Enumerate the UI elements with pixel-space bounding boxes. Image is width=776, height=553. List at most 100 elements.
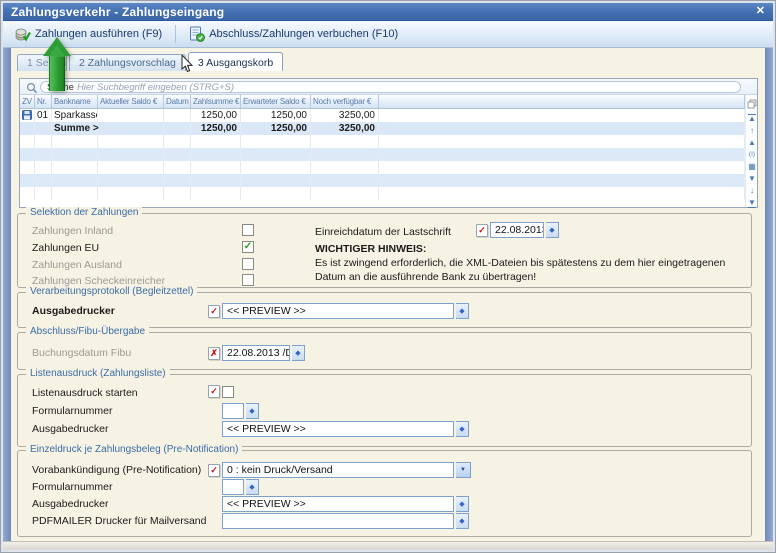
- document-check-icon: [189, 26, 205, 42]
- zahlungen-inland-checkbox[interactable]: [242, 224, 254, 236]
- section-listenausdruck: Listenausdruck (Zahlungsliste) Listenaus…: [17, 374, 752, 447]
- formularnummer-label: Formularnummer: [32, 405, 113, 417]
- einreichdatum-value: 22.08.2013: [495, 224, 544, 236]
- empty-row: [20, 187, 745, 200]
- grid-options-icon[interactable]: ▦: [746, 162, 758, 172]
- app-window: Zahlungsverkehr - Zahlungseingang ✕ Zahl…: [0, 0, 776, 553]
- col-header-aktueller-saldo[interactable]: Aktueller Saldo €: [98, 95, 164, 108]
- ausgabedrucker-label: Ausgabedrucker: [32, 498, 108, 510]
- hinweis-title: WICHTIGER HINWEIS:: [315, 243, 426, 255]
- row-buchungsdatum-fibu: Buchungsdatum Fibu ✗ 22.08.2013 /Do ◆: [18, 345, 751, 361]
- empty-row: [20, 148, 745, 161]
- vorabankuendigung-select[interactable]: 0 : kein Druck/Versand: [222, 462, 454, 478]
- sum-cell-datum: [164, 122, 191, 135]
- next-record-icon[interactable]: ▼: [746, 174, 758, 184]
- section-einzeldruck-title: Einzeldruck je Zahlungsbeleg (Pre-Notifi…: [26, 444, 242, 455]
- input-assistant-check-icon[interactable]: ✓: [208, 464, 220, 477]
- pdfmailer-input[interactable]: [222, 513, 454, 529]
- einreichdatum-control: ✓ 22.08.2013 ◆: [476, 222, 559, 238]
- ausgabedrucker-label: Ausgabedrucker: [32, 305, 115, 317]
- row-ausgabedrucker-protokoll: Ausgabedrucker ✓ << PREVIEW >> ◆: [18, 303, 751, 319]
- col-header-bankname[interactable]: Bankname: [52, 95, 98, 108]
- post-payments-button[interactable]: Abschluss/Zahlungen verbuchen (F10): [183, 24, 404, 44]
- ausgabedrucker-einzel-select[interactable]: << PREVIEW >>: [222, 496, 454, 512]
- listenausdruck-starten-checkbox[interactable]: [222, 386, 234, 398]
- col-header-nr[interactable]: Nr.: [35, 95, 52, 108]
- spinner-icon[interactable]: ◆: [456, 303, 469, 319]
- input-assistant-cross-icon[interactable]: ✗: [208, 347, 220, 360]
- col-header-erwarteter-saldo[interactable]: Erwarteter Saldo €: [241, 95, 311, 108]
- previous-record-icon[interactable]: ▲: [746, 138, 758, 148]
- input-assistant-check-icon[interactable]: ✓: [208, 385, 220, 398]
- toolbar-separator: [175, 25, 176, 43]
- formularnummer-einzel-input[interactable]: [222, 479, 244, 495]
- search-input[interactable]: Suche Hier Suchbegriff eingeben (STRG+S): [40, 81, 741, 93]
- row-vorabankuendigung: Vorabankündigung (Pre-Notification) ✓ 0 …: [18, 462, 751, 478]
- col-header-zahlsumme[interactable]: Zahlsumme €: [191, 95, 241, 108]
- sum-cell-filler: [379, 122, 745, 135]
- column-chooser-icon[interactable]: [747, 96, 757, 114]
- spinner-icon[interactable]: ◆: [292, 345, 305, 361]
- table-row[interactable]: 01 Sparkasse 1250,00 1250,00 3250,00: [20, 109, 745, 122]
- buchungsdatum-fibu-input[interactable]: 22.08.2013 /Do: [222, 345, 290, 361]
- hinweis-line1: Es ist zwingend erforderlich, die XML-Da…: [315, 257, 725, 269]
- hinweis-line2: Datum an die ausführende Bank zu übertra…: [315, 271, 536, 283]
- zahlungen-inland-label: Zahlungen Inland: [32, 225, 113, 237]
- grid-search-row: Suche Hier Suchbegriff eingeben (STRG+S): [20, 79, 757, 95]
- row-pdfmailer: PDFMAILER Drucker für Mailversand ◆: [18, 513, 751, 529]
- ausgabedrucker-protokoll-select[interactable]: << PREVIEW >>: [222, 303, 454, 319]
- execute-payments-button[interactable]: Zahlungen ausführen (F9): [9, 24, 168, 44]
- zahlungen-eu-checkbox[interactable]: ✓: [242, 241, 254, 253]
- row-formularnummer-liste: Formularnummer ◆: [18, 403, 751, 419]
- last-record-icon[interactable]: ▼: [746, 198, 758, 208]
- close-icon[interactable]: ✕: [756, 4, 765, 17]
- sum-erwarteter-saldo: 1250,00: [241, 122, 311, 135]
- record-navigator: ▲ ↑ ▲ (I) ▦ ▼ ↓ ▼: [745, 95, 757, 207]
- window-border-bottom: [3, 541, 773, 550]
- zahlungen-eu-label: Zahlungen EU: [32, 242, 99, 254]
- tab-ausgangskorb[interactable]: 3 Ausgangskorb: [188, 52, 283, 71]
- tab-zahlungsvorschlag[interactable]: 2 Zahlungsvorschlag: [69, 54, 186, 71]
- title-bar: Zahlungsverkehr - Zahlungseingang ✕: [3, 3, 773, 21]
- zahlungen-scheckeinreicher-checkbox[interactable]: [242, 274, 254, 286]
- input-assistant-check-icon[interactable]: ✓: [476, 224, 488, 237]
- col-header-noch-verfuegbar[interactable]: Noch verfügbar €: [311, 95, 379, 108]
- record-indicator-icon: (I): [746, 150, 758, 160]
- section-abschluss-fibu-title: Abschluss/Fibu-Übergabe: [26, 326, 149, 337]
- payments-grid: ZV Nr. Bankname Aktueller Saldo € Datum …: [20, 95, 745, 207]
- spinner-icon[interactable]: ◆: [456, 421, 469, 437]
- buchungsdatum-fibu-label: Buchungsdatum Fibu: [32, 347, 131, 359]
- einreichdatum-spinner-icon[interactable]: ◆: [546, 222, 559, 238]
- empty-row: [20, 174, 745, 187]
- einreichdatum-input[interactable]: 22.08.2013: [490, 222, 544, 238]
- section-selektion: Selektion der Zahlungen Zahlungen Inland…: [17, 213, 752, 288]
- grid-header-row: ZV Nr. Bankname Aktueller Saldo € Datum …: [20, 95, 745, 109]
- col-header-datum[interactable]: Datum: [164, 95, 191, 108]
- spinner-icon[interactable]: ◆: [456, 513, 469, 529]
- cell-bankname: Sparkasse: [52, 109, 98, 122]
- content-area: 1 Selektion 2 Zahlungsvorschlag 3 Ausgan…: [11, 48, 765, 541]
- empty-row: [20, 161, 745, 174]
- sum-cell-zv: [20, 122, 35, 135]
- cell-zahlsumme: 1250,00: [191, 109, 241, 122]
- vorabankuendigung-value: 0 : kein Druck/Versand: [227, 464, 333, 476]
- window-border-right: [765, 48, 773, 541]
- first-record-icon[interactable]: ▲: [746, 114, 758, 124]
- spinner-icon[interactable]: ◆: [246, 403, 259, 419]
- input-assistant-check-icon[interactable]: ✓: [208, 305, 220, 318]
- dropdown-arrow-icon[interactable]: ▼: [456, 462, 471, 478]
- listenausdruck-starten-label: Listenausdruck starten: [32, 387, 138, 399]
- vorabankuendigung-label: Vorabankündigung (Pre-Notification): [32, 464, 201, 476]
- col-header-zv[interactable]: ZV: [20, 95, 35, 108]
- col-header-filler: [379, 95, 745, 108]
- page-down-icon[interactable]: ↓: [746, 186, 758, 196]
- formularnummer-liste-input[interactable]: [222, 403, 244, 419]
- ausgabedrucker-liste-select[interactable]: << PREVIEW >>: [222, 421, 454, 437]
- spinner-icon[interactable]: ◆: [456, 496, 469, 512]
- spinner-icon[interactable]: ◆: [246, 479, 259, 495]
- zahlungen-ausland-checkbox[interactable]: [242, 258, 254, 270]
- section-verarbeitungsprotokoll-title: Verarbeitungsprotokoll (Begleitzettel): [26, 286, 197, 297]
- page-up-icon[interactable]: ↑: [746, 126, 758, 136]
- section-selektion-title: Selektion der Zahlungen: [26, 207, 142, 218]
- coins-gear-icon: [15, 26, 31, 42]
